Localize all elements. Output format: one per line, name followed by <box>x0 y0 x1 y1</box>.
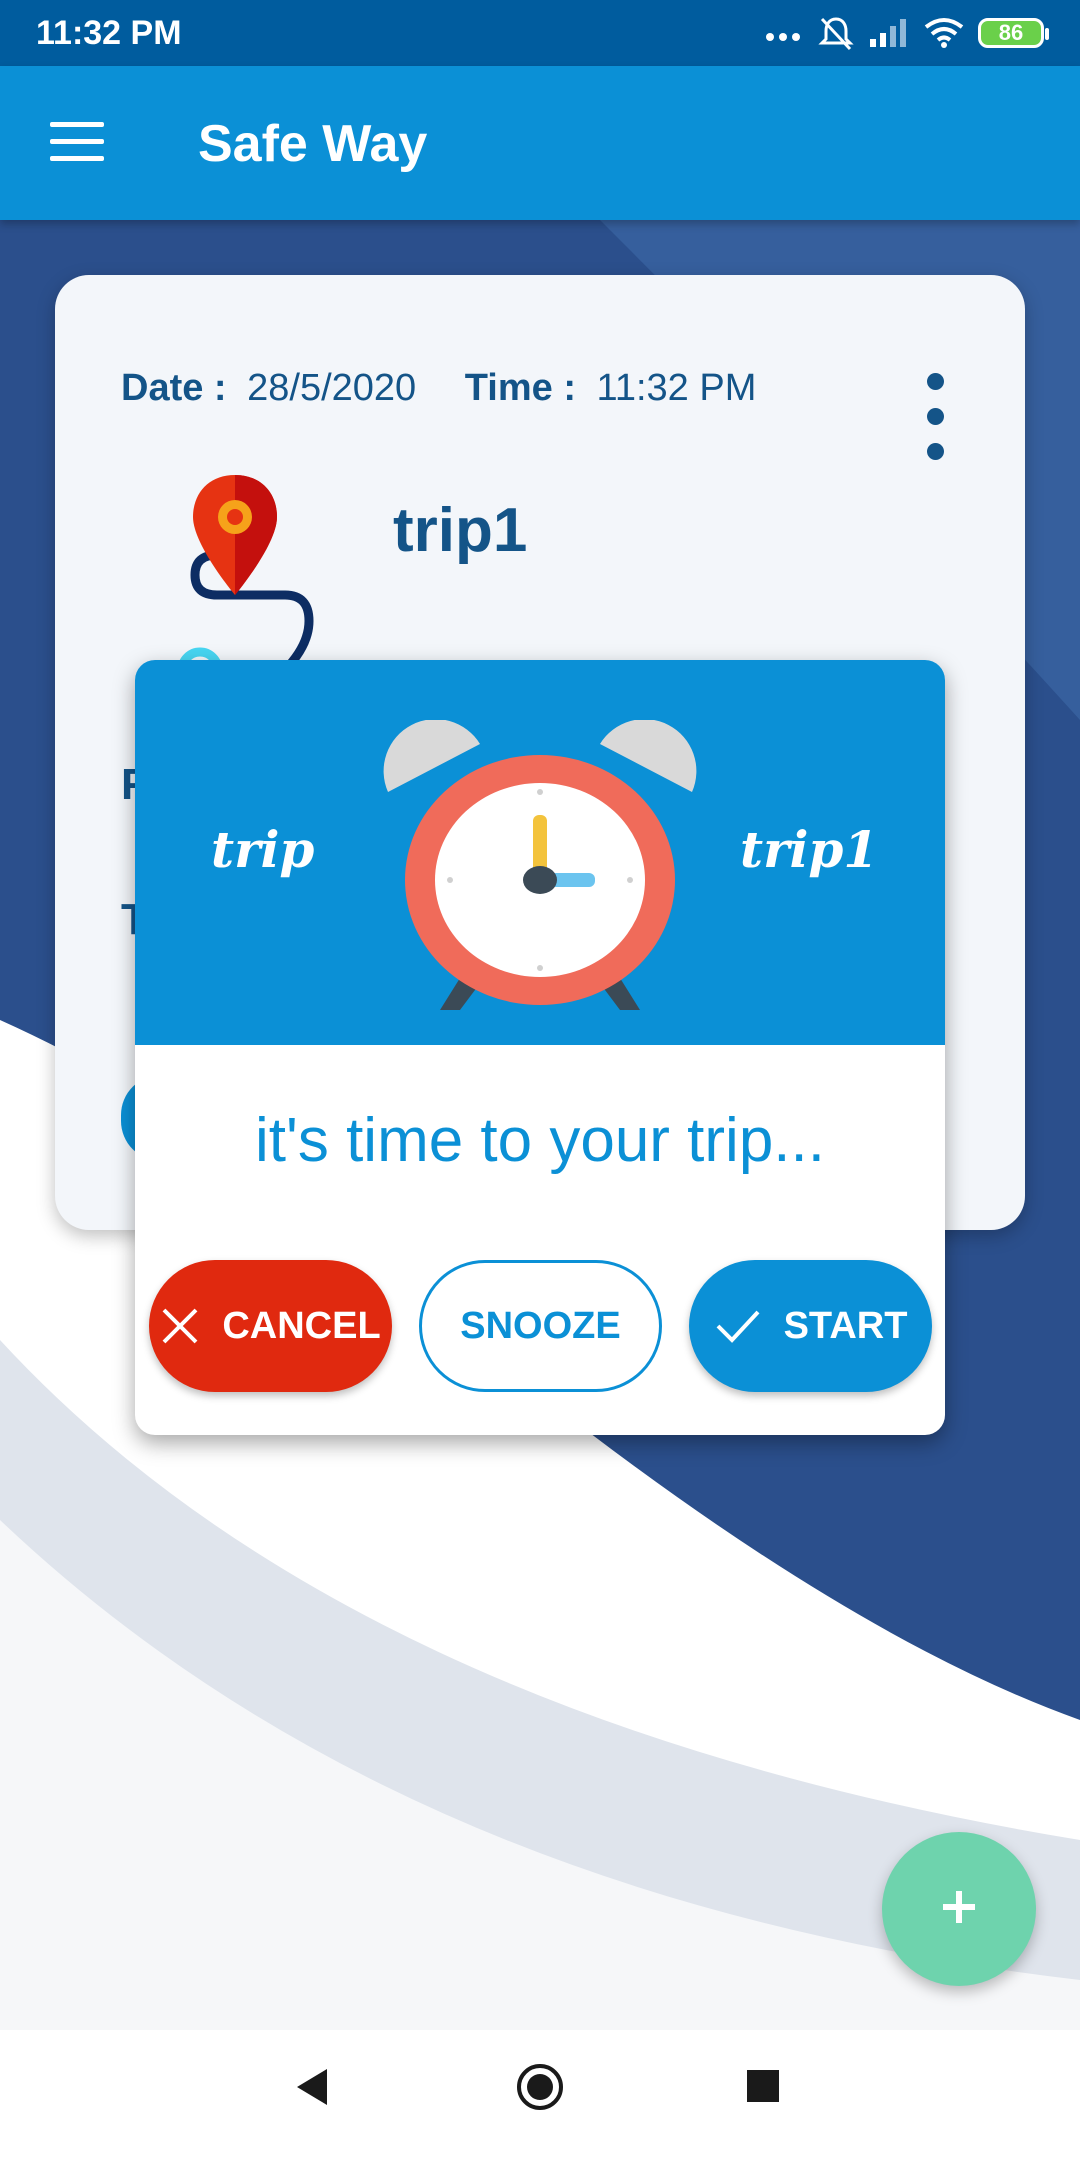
status-time: 11:32 PM <box>36 13 182 52</box>
time-value: 11:32 PM <box>596 367 757 409</box>
check-icon <box>714 1306 762 1346</box>
dialog-message: it's time to your trip... <box>255 1106 825 1175</box>
status-icons: 86 <box>764 15 1049 51</box>
signal-icon <box>868 17 910 49</box>
route-pin-icon <box>177 475 314 685</box>
snooze-button[interactable]: SNOOZE <box>419 1260 662 1392</box>
wifi-icon <box>924 17 964 49</box>
app-bar: Safe Way <box>0 66 1080 220</box>
app-title: Safe Way <box>198 115 428 173</box>
recents-icon[interactable] <box>745 2068 781 2109</box>
hamburger-menu-icon[interactable] <box>50 122 104 164</box>
cancel-label: CANCEL <box>222 1304 381 1347</box>
plus-icon <box>939 1887 979 1932</box>
bell-off-icon <box>818 15 854 51</box>
date-value: 28/5/2020 <box>247 367 417 409</box>
time-label: Time : <box>464 367 576 409</box>
system-nav-bar <box>0 2030 1080 2160</box>
alarm-clock-icon <box>383 720 697 1010</box>
add-trip-fab[interactable] <box>882 1832 1036 1986</box>
trip-name: trip1 <box>393 496 528 565</box>
home-icon[interactable] <box>515 2062 565 2117</box>
back-icon[interactable] <box>293 2065 333 2114</box>
date-label: Date : <box>121 367 227 409</box>
start-label: START <box>783 1304 908 1347</box>
dialog-header: trip trip1 <box>135 660 945 1045</box>
alarm-dialog: trip trip1 it's time to your trip... CAN… <box>135 660 945 1435</box>
snooze-label: SNOOZE <box>460 1304 621 1347</box>
battery-icon: 86 <box>978 18 1049 48</box>
header-trip-label: trip <box>211 820 315 879</box>
more-dots-icon <box>764 23 804 43</box>
header-trip-name: trip1 <box>740 820 879 879</box>
status-bar: 11:32 PM 86 <box>0 0 1080 66</box>
start-button[interactable]: START <box>689 1260 932 1392</box>
close-icon <box>160 1306 200 1346</box>
more-vertical-icon[interactable] <box>920 373 950 463</box>
trip-datetime: Date : 28/5/2020 Time : 11:32 PM <box>121 367 756 410</box>
cancel-button[interactable]: CANCEL <box>149 1260 392 1392</box>
